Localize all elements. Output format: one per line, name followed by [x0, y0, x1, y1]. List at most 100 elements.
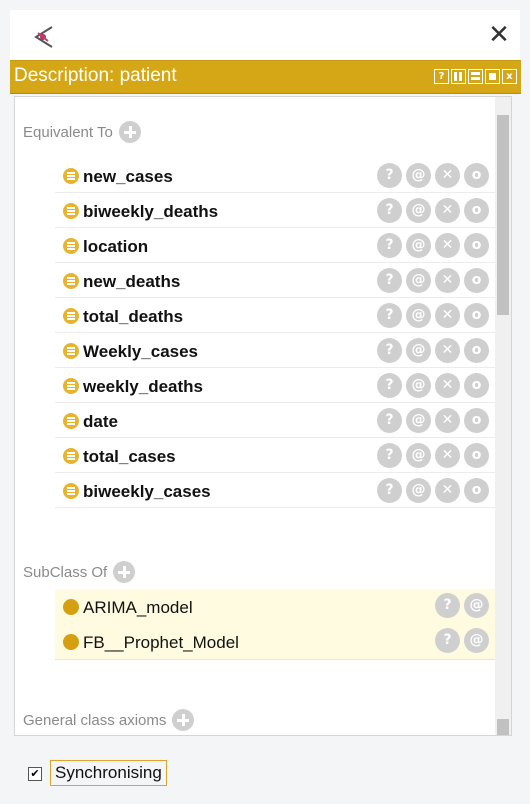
annotate-icon[interactable]: @: [464, 628, 489, 653]
equivalent-item-label: total_deaths: [83, 307, 184, 326]
help-icon[interactable]: ?: [434, 69, 449, 84]
subclass-item-label: FB__Prophet_Model: [83, 633, 239, 652]
panel-header: Description: patient ? x: [10, 60, 521, 94]
title-bar: ✕: [10, 10, 520, 60]
annotate-icon[interactable]: @: [406, 198, 431, 223]
explain-icon[interactable]: ?: [377, 478, 402, 503]
edit-icon[interactable]: o: [464, 198, 489, 223]
equivalent-row[interactable]: biweekly_cases? @ ✕ o: [55, 474, 495, 508]
equivalent-item-label: biweekly_cases: [83, 482, 211, 501]
add-subclass-button[interactable]: [113, 561, 136, 583]
synchronising-checkbox[interactable]: ✔: [28, 767, 42, 781]
row-actions: ? @ ✕ o: [377, 303, 489, 328]
delete-icon[interactable]: ✕: [435, 233, 460, 258]
annotate-icon[interactable]: @: [406, 268, 431, 293]
subclass-item-label: ARIMA_model: [83, 598, 193, 617]
delete-icon[interactable]: ✕: [435, 443, 460, 468]
explain-icon[interactable]: ?: [435, 593, 460, 618]
panel-title: Description: patient: [14, 65, 177, 86]
edit-icon[interactable]: o: [464, 303, 489, 328]
row-actions: ? @ ✕ o: [377, 338, 489, 363]
equivalent-row[interactable]: total_cases? @ ✕ o: [55, 439, 495, 473]
equivalent-item-label: total_cases: [83, 447, 176, 466]
equivalent-item-label: location: [83, 237, 149, 256]
delete-icon[interactable]: ✕: [435, 373, 460, 398]
equivalent-row[interactable]: new_deaths? @ ✕ o: [55, 264, 495, 298]
equivalent-row[interactable]: date? @ ✕ o: [55, 404, 495, 438]
equivalent-row[interactable]: new_cases? @ ✕ o: [55, 159, 495, 193]
edit-icon[interactable]: o: [464, 338, 489, 363]
split-vertical-icon[interactable]: [451, 69, 466, 84]
delete-icon[interactable]: ✕: [435, 408, 460, 433]
scrollbar-thumb[interactable]: [497, 115, 509, 315]
edit-icon[interactable]: o: [464, 408, 489, 433]
property-icon: [63, 483, 79, 499]
annotate-icon[interactable]: @: [406, 233, 431, 258]
subclass-row[interactable]: FB__Prophet_Model? @: [55, 624, 495, 660]
explain-icon[interactable]: ?: [377, 373, 402, 398]
explain-icon[interactable]: ?: [435, 628, 460, 653]
equivalent-to-section: Equivalent To: [23, 121, 141, 143]
equivalent-row[interactable]: biweekly_deaths? @ ✕ o: [55, 194, 495, 228]
delete-icon[interactable]: ✕: [435, 303, 460, 328]
property-icon: [63, 413, 79, 429]
annotate-icon[interactable]: @: [406, 373, 431, 398]
vertical-scrollbar[interactable]: [495, 97, 511, 735]
explain-icon[interactable]: ?: [377, 443, 402, 468]
property-icon: [63, 168, 79, 184]
delete-icon[interactable]: ✕: [435, 478, 460, 503]
equivalent-row[interactable]: Weekly_cases? @ ✕ o: [55, 334, 495, 368]
explain-icon[interactable]: ?: [377, 233, 402, 258]
edit-icon[interactable]: o: [464, 443, 489, 468]
edit-icon[interactable]: o: [464, 478, 489, 503]
subclass-of-section: SubClass Of: [23, 561, 136, 583]
explain-icon[interactable]: ?: [377, 268, 402, 293]
annotate-icon[interactable]: @: [406, 303, 431, 328]
maximize-icon[interactable]: [485, 69, 500, 84]
edit-icon[interactable]: o: [464, 233, 489, 258]
delete-icon[interactable]: ✕: [435, 198, 460, 223]
add-general-axiom-button[interactable]: [172, 709, 195, 731]
close-icon[interactable]: ✕: [484, 20, 514, 50]
explain-icon[interactable]: ?: [377, 408, 402, 433]
annotate-icon[interactable]: @: [406, 163, 431, 188]
equivalent-item-label: weekly_deaths: [83, 377, 204, 396]
subclass-row[interactable]: ARIMA_model? @: [55, 589, 495, 625]
row-actions: ? @ ✕ o: [377, 408, 489, 433]
split-horizontal-icon[interactable]: [468, 69, 483, 84]
edit-icon[interactable]: o: [464, 163, 489, 188]
annotate-icon[interactable]: @: [406, 408, 431, 433]
edit-icon[interactable]: o: [464, 373, 489, 398]
panel-header-buttons: ? x: [434, 69, 517, 84]
annotate-icon[interactable]: @: [406, 338, 431, 363]
delete-icon[interactable]: ✕: [435, 163, 460, 188]
add-equivalent-button[interactable]: [118, 121, 141, 143]
equivalent-row[interactable]: weekly_deaths? @ ✕ o: [55, 369, 495, 403]
annotate-icon[interactable]: @: [464, 593, 489, 618]
subclass-of-label: SubClass Of: [23, 563, 108, 581]
equivalent-item-label: new_deaths: [83, 272, 181, 291]
close-view-icon[interactable]: x: [502, 69, 517, 84]
delete-icon[interactable]: ✕: [435, 338, 460, 363]
annotate-icon[interactable]: @: [406, 478, 431, 503]
delete-icon[interactable]: ✕: [435, 268, 460, 293]
synchronising-label[interactable]: Synchronising: [50, 760, 167, 786]
row-actions: ? @ ✕ o: [377, 478, 489, 503]
description-content: Equivalent To new_cases? @ ✕ o biweekly_deat…: [14, 96, 512, 736]
property-icon: [63, 238, 79, 254]
explain-icon[interactable]: ?: [377, 303, 402, 328]
equivalent-item-label: biweekly_deaths: [83, 202, 219, 221]
explain-icon[interactable]: ?: [377, 198, 402, 223]
edit-icon[interactable]: o: [464, 268, 489, 293]
equivalent-row[interactable]: total_deaths? @ ✕ o: [55, 299, 495, 333]
footer: ✔ Synchronising: [10, 750, 520, 794]
explain-icon[interactable]: ?: [377, 338, 402, 363]
equivalent-row[interactable]: location? @ ✕ o: [55, 229, 495, 263]
general-class-axioms-section: General class axioms: [23, 709, 195, 731]
annotate-icon[interactable]: @: [406, 443, 431, 468]
property-icon: [63, 203, 79, 219]
protege-logo-icon: [34, 26, 53, 48]
explain-icon[interactable]: ?: [377, 163, 402, 188]
scrollbar-thumb-lower[interactable]: [497, 719, 509, 735]
property-icon: [63, 343, 79, 359]
